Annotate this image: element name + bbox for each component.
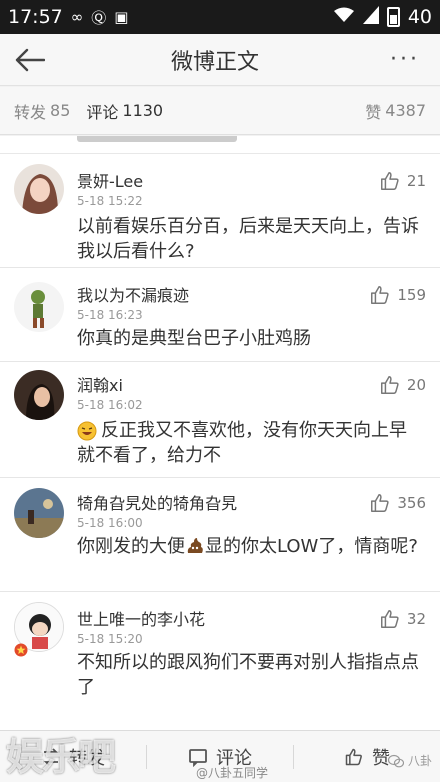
page-title: 微博正文 [170, 49, 259, 75]
wifi-icon [333, 7, 355, 27]
poop-emoji-icon [185, 535, 205, 555]
like-count: 356 [397, 494, 426, 512]
comment-author[interactable]: 润翰xi [77, 372, 123, 396]
top-nav-bar: 微博正文 ··· [0, 34, 440, 86]
like-count: 32 [406, 610, 426, 628]
back-button[interactable] [0, 34, 60, 86]
like-count: 21 [406, 172, 426, 190]
tab-comments[interactable]: 评论 1130 [86, 99, 163, 123]
comment-author[interactable]: 犄角旮旯处的犄角旮旯 [77, 490, 237, 514]
status-time: 17:57 [8, 6, 63, 28]
back-arrow-icon [15, 48, 45, 71]
comment-list: 景妍-Lee 5-18 15:22 以前看娱乐百分百，后来是天天向上，告诉我以后… [0, 136, 440, 730]
q-app-icon: Ⓠ [91, 8, 107, 27]
comment-like-button[interactable]: 21 [379, 170, 426, 192]
comment-text-part: 你刚发的大便 [77, 536, 185, 557]
post-tabs: 转发 85 评论 1130 赞 4387 [0, 87, 440, 135]
comment-like-button[interactable]: 20 [379, 374, 426, 396]
tab-likes[interactable]: 赞 4387 [365, 99, 426, 123]
wechat-icon [387, 754, 405, 768]
comment-item: 我以为不漏痕迹 5-18 16:23 你真的是典型台巴子小肚鸡肠 159 [0, 268, 440, 362]
image-icon: ▣ [114, 8, 129, 26]
more-options-button[interactable]: ··· [370, 34, 440, 86]
tab-reposts-count: 85 [50, 101, 71, 120]
tab-reposts[interactable]: 转发 85 [14, 99, 70, 123]
like-count: 159 [397, 286, 426, 304]
comment-time: 5-18 16:23 [77, 308, 143, 322]
comment-like-button[interactable]: 356 [369, 492, 426, 514]
thumbs-up-icon [380, 172, 399, 190]
comment-like-button[interactable]: 32 [379, 608, 426, 630]
comment-time: 5-18 16:02 [77, 398, 143, 412]
laughing-emoji-icon [77, 421, 97, 441]
signal-icon [362, 6, 379, 28]
thumbs-up-icon [371, 494, 389, 512]
tab-likes-count: 4387 [385, 101, 426, 120]
tab-reposts-label: 转发 [14, 102, 47, 122]
comment-text: 你刚发的大便 显的你太LOW了，情商呢? [77, 534, 422, 559]
comment-author[interactable]: 景妍-Lee [77, 168, 143, 192]
comment-item: 润翰xi 5-18 16:02 反正我又不喜欢他，没有你天天向上早就不看了，给力… [0, 362, 440, 478]
avatar[interactable] [14, 370, 64, 420]
comment-text: 以前看娱乐百分百，后来是天天向上，告诉我以后看什么? [77, 216, 419, 262]
comment-item: 犄角旮旯处的犄角旮旯 5-18 16:00 你刚发的大便 显的你太LOW了，情商呢… [0, 478, 440, 592]
comment-author[interactable]: 我以为不漏痕迹 [77, 282, 189, 306]
comment-text: 不知所以的跟风狗们不要再对别人指指点点了 [77, 652, 419, 698]
list-item-partial [0, 136, 440, 154]
infinity-icon: ∞ [70, 8, 84, 26]
thumbs-up-icon [371, 286, 389, 304]
battery-icon [386, 7, 400, 27]
status-bar: 17:57 ∞ Ⓠ ▣ 40 [0, 0, 440, 34]
comment-author[interactable]: 世上唯一的李小花 [77, 606, 205, 630]
comment-text: 反正我又不喜欢他，没有你天天向上早就不看了，给力不 [77, 420, 407, 466]
avatar[interactable] [14, 282, 64, 332]
watermark-credit: @八卦五同学 [196, 766, 269, 780]
like-count: 20 [406, 376, 426, 394]
verified-badge-icon [14, 642, 28, 657]
comment-time: 5-18 15:22 [77, 194, 143, 208]
thumbs-up-icon [380, 610, 399, 628]
watermark-right-text: 八卦 [407, 754, 432, 768]
battery-level: 40 [407, 6, 432, 28]
watermark-right: 八卦 [387, 752, 432, 769]
comment-text-part: 显的你太LOW了，情商呢? [205, 536, 418, 557]
comment-like-button[interactable]: 159 [369, 284, 426, 306]
avatar[interactable] [14, 164, 64, 214]
avatar[interactable] [14, 488, 64, 538]
tab-comments-count: 1130 [122, 101, 164, 120]
thumbs-up-icon [345, 748, 362, 765]
tab-comments-label: 评论 [86, 102, 119, 122]
thumbs-up-icon [380, 376, 399, 394]
comment-time: 5-18 16:00 [77, 516, 143, 530]
watermark-logo: 娱乐吧 [6, 735, 116, 779]
tab-likes-label: 赞 [365, 102, 382, 122]
comment-text: 你真的是典型台巴子小肚鸡肠 [77, 328, 311, 349]
comment-item: 景妍-Lee 5-18 15:22 以前看娱乐百分百，后来是天天向上，告诉我以后… [0, 154, 440, 268]
comment-item: 世上唯一的李小花 5-18 15:20 不知所以的跟风狗们不要再对别人指指点点了… [0, 592, 440, 730]
comment-time: 5-18 15:20 [77, 632, 143, 646]
